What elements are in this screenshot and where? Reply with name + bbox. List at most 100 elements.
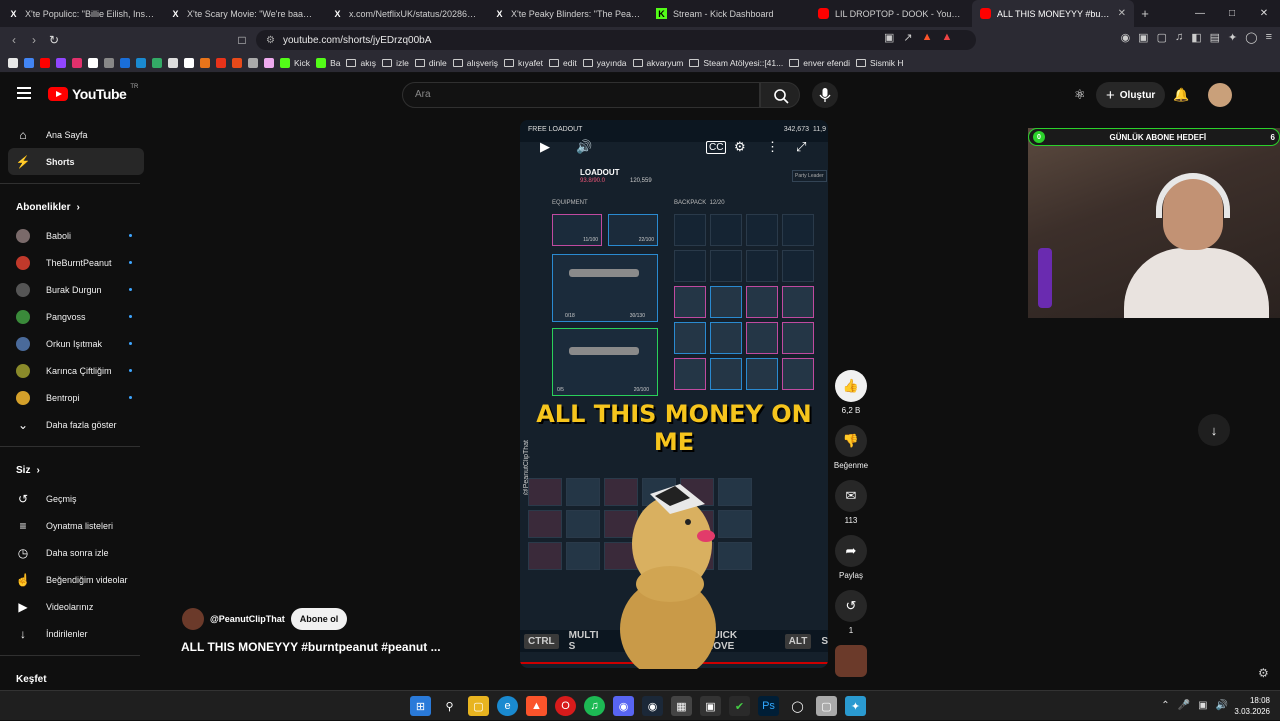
like-button[interactable]: 👍 xyxy=(835,370,867,402)
calculator-icon[interactable]: ▦ xyxy=(671,696,692,716)
search-icon[interactable]: ⚲ xyxy=(439,696,460,716)
search-input[interactable]: Ara xyxy=(402,82,760,108)
windows-start-icon[interactable]: ⊞ xyxy=(410,696,431,716)
subscribe-button[interactable]: Abone ol xyxy=(290,608,348,630)
url-bar[interactable]: ⚙ youtube.com/shorts/jyEDrzq00bA xyxy=(256,30,976,50)
video-title[interactable]: ALL THIS MONEYYY #burntpeanut #peanut ..… xyxy=(181,640,441,654)
bookmark-item[interactable]: yayında xyxy=(582,58,627,68)
extensions-icon[interactable]: ▢ xyxy=(1157,31,1167,44)
voice-search-button[interactable] xyxy=(812,82,838,108)
instagram-icon[interactable] xyxy=(72,57,82,68)
app-icon[interactable] xyxy=(120,57,130,68)
next-video-button[interactable]: ↓ xyxy=(1198,414,1230,446)
bookmark-item[interactable]: edit xyxy=(549,58,577,68)
spotify-icon[interactable]: ♫ xyxy=(584,696,605,716)
twitch-icon[interactable] xyxy=(56,57,66,68)
netflix-icon[interactable] xyxy=(184,57,194,68)
apps-grid-icon[interactable] xyxy=(8,57,18,68)
menu-hamburger-icon[interactable] xyxy=(17,87,31,99)
site-info-icon[interactable]: ⚙ xyxy=(266,35,275,46)
search-button[interactable] xyxy=(760,82,800,108)
music-icon[interactable]: ♫ xyxy=(1175,31,1183,44)
sound-action[interactable] xyxy=(834,645,868,677)
you-heading[interactable]: Siz › xyxy=(0,455,152,485)
sidebar-item[interactable]: ▶ Videolarınız xyxy=(0,593,152,620)
shorts-remix-icon[interactable]: ⚛ xyxy=(1074,87,1086,103)
channel-handle[interactable]: @PeanutClipThat xyxy=(210,614,285,624)
google-icon[interactable] xyxy=(24,57,34,68)
close-window-button[interactable]: ✕ xyxy=(1248,0,1280,27)
browser-tab[interactable]: K Stream - Kick Dashboard xyxy=(648,0,810,27)
sidebar-item[interactable]: ≡ Oynatma listeleri xyxy=(0,512,152,539)
browser-tab[interactable]: LIL DROPTOP - DOOK - YouTube xyxy=(810,0,972,27)
app-icon[interactable] xyxy=(248,57,258,68)
app-icon[interactable] xyxy=(136,57,146,68)
share-button[interactable]: ➦ xyxy=(835,535,867,567)
brave-rewards-icon[interactable]: ▲ xyxy=(942,31,953,44)
bookmark-item[interactable]: dinle xyxy=(414,58,447,68)
play-icon[interactable]: ▶ xyxy=(540,139,550,155)
chevron-up-icon[interactable]: ⌃ xyxy=(1161,700,1169,711)
sidebar-item[interactable]: Pangvoss xyxy=(0,303,152,330)
bookmark-item[interactable]: alışveriş xyxy=(452,58,498,68)
captions-icon[interactable]: CC xyxy=(706,141,727,154)
back-button[interactable]: ‹ xyxy=(4,33,24,47)
like-action[interactable]: 👍 6,2 B xyxy=(834,370,868,415)
sound-thumbnail[interactable] xyxy=(835,645,867,677)
sidebar-toggle-icon[interactable]: ◧ xyxy=(1191,31,1201,44)
bookmark-item[interactable]: Sismik H xyxy=(856,58,904,68)
file-explorer-icon[interactable]: ▢ xyxy=(468,696,489,716)
bookmark-icon[interactable]: □ xyxy=(232,33,252,47)
bookmark-item[interactable]: izle xyxy=(382,58,409,68)
opera-icon[interactable]: O xyxy=(555,696,576,716)
remix-action[interactable]: ↺ 1 xyxy=(834,590,868,635)
maximize-button[interactable]: □ xyxy=(1216,0,1248,27)
brave-icon[interactable]: ▲ xyxy=(526,696,547,716)
volume-tray-icon[interactable]: 🔊 xyxy=(1216,700,1228,711)
bookmark-item[interactable]: akış xyxy=(346,58,376,68)
fullscreen-icon[interactable]: ⤢ xyxy=(796,139,806,155)
share-action[interactable]: ➦ Paylaş xyxy=(834,535,868,580)
sidebar-item[interactable]: ⚡ Shorts xyxy=(8,148,144,175)
snipping-tool-icon[interactable]: ▢ xyxy=(816,696,837,716)
bookmark-item[interactable]: Ba xyxy=(316,57,340,68)
comments-button[interactable]: ✉ xyxy=(835,480,867,512)
browser-tab[interactable]: X X'te Scary Movie: "We're baaaaaack xyxy=(162,0,324,27)
share-page-icon[interactable]: ↗ xyxy=(903,31,912,44)
channel-avatar[interactable] xyxy=(182,608,204,630)
settings-gear-icon[interactable]: ⚙ xyxy=(734,139,746,155)
x-icon[interactable] xyxy=(88,57,98,68)
subscriptions-heading[interactable]: Abonelikler › xyxy=(0,192,152,222)
app-icon[interactable] xyxy=(200,57,210,68)
browser-tab[interactable]: X X'te Peaky Blinders: "The Peaky Blind xyxy=(486,0,648,27)
tab-close-icon[interactable]: ✕ xyxy=(1118,8,1126,19)
youtube-logo[interactable]: YouTube TR xyxy=(48,84,138,102)
gmail-icon[interactable] xyxy=(232,57,242,68)
more-options-icon[interactable]: ⋮ xyxy=(766,139,779,155)
browser-tab[interactable]: X X'te Populicc: "Billie Eilish, Instagra… xyxy=(0,0,162,27)
app-icon[interactable] xyxy=(216,57,226,68)
browser-tab[interactable]: Xx.com/NetflixUK/status/2028600414 xyxy=(324,0,486,27)
network-icon[interactable]: ▣ xyxy=(1198,700,1207,711)
system-clock[interactable]: 18:08 3.03.2026 xyxy=(1234,695,1270,717)
app-icon[interactable]: ✦ xyxy=(845,696,866,716)
comment-action[interactable]: ✉ 113 xyxy=(834,480,868,525)
bookmark-item[interactable]: enver efendi xyxy=(789,58,850,68)
sidebar-item[interactable]: Orkun Işıtmak xyxy=(0,330,152,357)
sidebar-item[interactable]: ↺ Geçmiş xyxy=(0,485,152,512)
app-icon[interactable] xyxy=(168,57,178,68)
brave-shield-icon[interactable]: ▲ xyxy=(922,31,933,44)
cast-icon[interactable]: ▣ xyxy=(884,31,894,44)
app-icon[interactable] xyxy=(264,57,274,68)
sidebar-item[interactable]: Karınca Çiftliğim xyxy=(0,357,152,384)
vpn-icon[interactable]: ◉ xyxy=(1121,31,1131,44)
remix-button[interactable]: ↺ xyxy=(835,590,867,622)
volume-icon[interactable]: 🔊 xyxy=(576,139,592,155)
sidebar-item[interactable]: Burak Durgun xyxy=(0,276,152,303)
nvidia-icon[interactable]: ✔ xyxy=(729,696,750,716)
sidebar-item[interactable]: Baboli xyxy=(0,222,152,249)
app-icon[interactable] xyxy=(152,57,162,68)
mic-tray-icon[interactable]: 🎤 xyxy=(1178,700,1190,711)
bookmark-item[interactable]: kıyafet xyxy=(503,58,543,68)
sidebar-item[interactable]: ⌂ Ana Sayfa xyxy=(0,121,152,148)
